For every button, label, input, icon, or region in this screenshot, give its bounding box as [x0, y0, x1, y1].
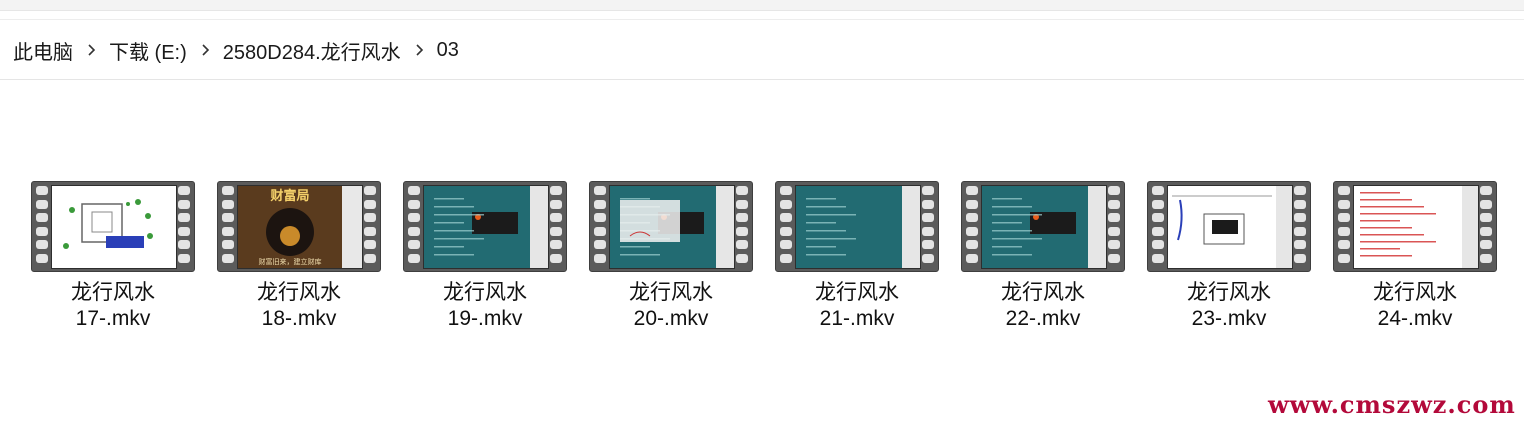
breadcrumb-folder-parent[interactable]: 2580D284.龙行风水: [223, 32, 401, 69]
video-film-icon[interactable]: [1333, 181, 1497, 272]
file-name-label[interactable]: 龙行风水 21-.mkv: [767, 280, 947, 332]
toolbar-strip: [0, 0, 1524, 11]
chevron-right-icon[interactable]: [73, 43, 109, 57]
video-thumbnail: 财富局财富旧来，建立财库: [237, 185, 363, 269]
film-perforations: [1152, 186, 1164, 268]
file-item[interactable]: 龙行风水 21-.mkv: [767, 181, 947, 332]
breadcrumb-this-pc[interactable]: 此电脑: [13, 32, 73, 69]
film-perforations: [1108, 186, 1120, 268]
video-film-icon[interactable]: [961, 181, 1125, 272]
video-thumbnail: [981, 185, 1107, 269]
file-item[interactable]: 龙行风水 24-.mkv: [1325, 181, 1505, 332]
breadcrumb: 此电脑 下载 (E:) 2580D284.龙行风水 03: [0, 21, 1524, 80]
file-title: 龙行风水: [629, 281, 713, 304]
watermark-text: www.cmszwz.com: [1268, 390, 1516, 419]
file-name-label[interactable]: 龙行风水 19-.mkv: [395, 280, 575, 332]
film-perforations: [594, 186, 606, 268]
file-title: 龙行风水: [257, 281, 341, 304]
file-extension-name: 24-.mkv: [1377, 307, 1453, 330]
video-thumbnail: [51, 185, 177, 269]
toolbar-divider: [0, 19, 1524, 20]
video-film-icon[interactable]: [775, 181, 939, 272]
file-explorer-window: 此电脑 下载 (E:) 2580D284.龙行风水 03 龙行风水 17-.mkv…: [0, 0, 1524, 425]
file-item[interactable]: 龙行风水 23-.mkv: [1139, 181, 1319, 332]
file-extension-name: 23-.mkv: [1191, 307, 1267, 330]
film-perforations: [1294, 186, 1306, 268]
file-name-label[interactable]: 龙行风水 20-.mkv: [581, 280, 761, 332]
file-name-label[interactable]: 龙行风水 24-.mkv: [1325, 280, 1505, 332]
video-thumbnail: [795, 185, 921, 269]
file-name-label[interactable]: 龙行风水 18-.mkv: [209, 280, 389, 332]
breadcrumb-drive-e[interactable]: 下载 (E:): [109, 32, 187, 69]
file-item[interactable]: 龙行风水 17-.mkv: [23, 181, 203, 332]
film-perforations: [408, 186, 420, 268]
film-perforations: [780, 186, 792, 268]
film-perforations: [922, 186, 934, 268]
file-title: 龙行风水: [1373, 281, 1457, 304]
file-name-label[interactable]: 龙行风水 22-.mkv: [953, 280, 1133, 332]
film-perforations: [222, 186, 234, 268]
file-name-label[interactable]: 龙行风水 23-.mkv: [1139, 280, 1319, 332]
breadcrumb-current-folder[interactable]: 03: [437, 35, 459, 66]
video-film-icon[interactable]: [589, 181, 753, 272]
file-item[interactable]: 龙行风水 20-.mkv: [581, 181, 761, 332]
video-thumbnail: [1167, 185, 1293, 269]
film-perforations: [1480, 186, 1492, 268]
file-extension-name: 18-.mkv: [261, 307, 337, 330]
film-perforations: [550, 186, 562, 268]
file-item[interactable]: 龙行风水 22-.mkv: [953, 181, 1133, 332]
file-title: 龙行风水: [71, 281, 155, 304]
video-thumbnail: [1353, 185, 1479, 269]
file-extension-name: 19-.mkv: [447, 307, 523, 330]
film-perforations: [364, 186, 376, 268]
film-perforations: [178, 186, 190, 268]
file-title: 龙行风水: [1187, 281, 1271, 304]
film-perforations: [966, 186, 978, 268]
file-item[interactable]: 财富局财富旧来，建立财库龙行风水 18-.mkv: [209, 181, 389, 332]
chevron-right-icon[interactable]: [401, 43, 437, 57]
chevron-right-icon[interactable]: [187, 43, 223, 57]
file-title: 龙行风水: [443, 281, 527, 304]
video-film-icon[interactable]: [403, 181, 567, 272]
file-grid: 龙行风水 17-.mkv 财富局财富旧来，建立财库龙行风水 18-.mkv 龙行风水 19…: [0, 181, 1524, 341]
file-extension-name: 21-.mkv: [819, 307, 895, 330]
film-perforations: [1338, 186, 1350, 268]
file-title: 龙行风水: [815, 281, 899, 304]
file-name-label[interactable]: 龙行风水 17-.mkv: [23, 280, 203, 332]
video-film-icon[interactable]: [31, 181, 195, 272]
svg-text:财富旧来，建立财库: 财富旧来，建立财库: [259, 257, 322, 266]
video-thumbnail: [609, 185, 735, 269]
film-perforations: [36, 186, 48, 268]
video-thumbnail: [423, 185, 549, 269]
file-extension-name: 17-.mkv: [75, 307, 151, 330]
video-film-icon[interactable]: [1147, 181, 1311, 272]
file-extension-name: 22-.mkv: [1005, 307, 1081, 330]
file-extension-name: 20-.mkv: [633, 307, 709, 330]
video-film-icon[interactable]: 财富局财富旧来，建立财库: [217, 181, 381, 272]
film-perforations: [736, 186, 748, 268]
file-title: 龙行风水: [1001, 281, 1085, 304]
svg-text:财富局: 财富局: [270, 188, 309, 204]
file-item[interactable]: 龙行风水 19-.mkv: [395, 181, 575, 332]
